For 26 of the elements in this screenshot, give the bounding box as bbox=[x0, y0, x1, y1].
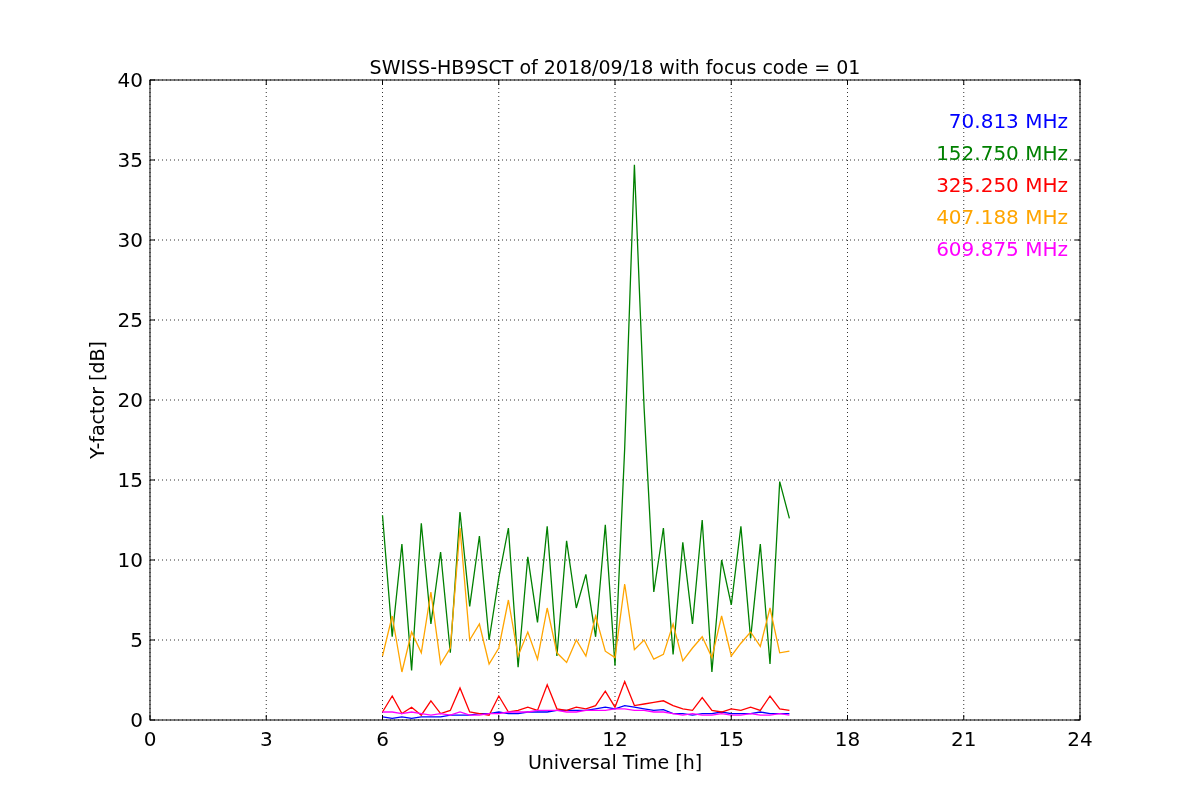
x-tick-label: 3 bbox=[259, 727, 273, 751]
legend-entry: 152.750 MHz bbox=[936, 141, 1068, 165]
x-tick-label: 0 bbox=[143, 727, 157, 751]
x-tick-label: 15 bbox=[718, 727, 744, 751]
legend-entry: 70.813 MHz bbox=[948, 109, 1068, 133]
x-tick-label: 21 bbox=[951, 727, 977, 751]
x-axis-label: Universal Time [h] bbox=[527, 751, 703, 773]
y-tick-label: 25 bbox=[117, 308, 143, 332]
y-tick-label: 35 bbox=[117, 148, 143, 172]
x-tick-label: 24 bbox=[1067, 727, 1093, 751]
y-tick-label: 20 bbox=[117, 388, 143, 412]
legend-entry: 609.875 MHz bbox=[936, 237, 1068, 261]
chart-title: SWISS-HB9SCT of 2018/09/18 with focus code = 01 bbox=[369, 56, 861, 78]
y-tick-label: 40 bbox=[117, 68, 143, 92]
y-tick-label: 15 bbox=[117, 468, 143, 492]
x-tick-label: 6 bbox=[376, 727, 389, 751]
y-tick-label: 5 bbox=[130, 628, 143, 652]
y-tick-label: 10 bbox=[117, 548, 143, 572]
y-tick-label: 0 bbox=[130, 708, 143, 732]
x-tick-label: 12 bbox=[602, 727, 628, 751]
legend-entry: 325.250 MHz bbox=[936, 173, 1068, 197]
y-axis-label: Y-factor [dB] bbox=[86, 341, 108, 459]
x-tick-label: 18 bbox=[834, 727, 861, 751]
legend-entry: 407.188 MHz bbox=[936, 205, 1068, 229]
x-tick-label: 9 bbox=[492, 727, 506, 751]
y-tick-label: 30 bbox=[117, 228, 143, 252]
